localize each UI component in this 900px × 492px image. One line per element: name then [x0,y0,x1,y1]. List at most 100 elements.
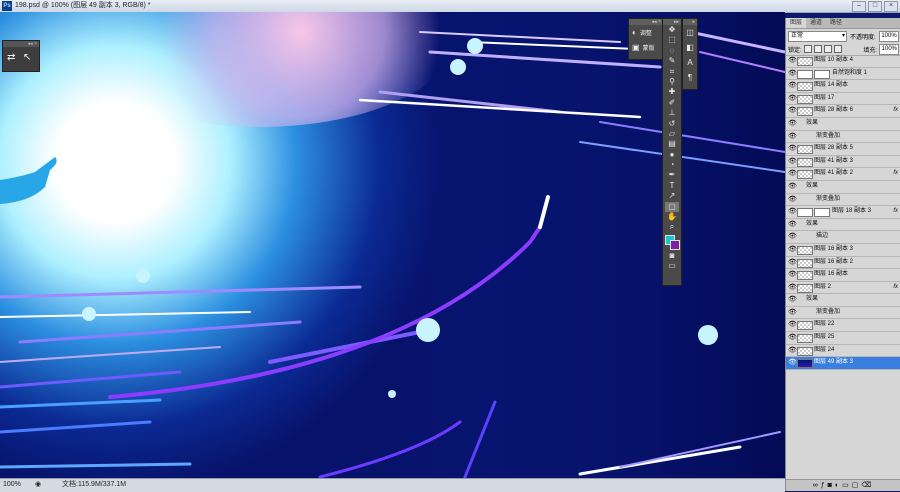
dodge-icon[interactable]: ◔ [665,160,679,170]
tool-preset-icon[interactable]: ⇄ [7,51,15,65]
layer-fx-badge[interactable]: fx [893,168,898,179]
layer-row[interactable]: 👁 图层 14 副本 [786,80,900,93]
quick-select-icon[interactable]: ✎ [665,56,679,66]
tab-channels[interactable]: 通道 [806,18,826,28]
visibility-eye-icon[interactable]: 👁 [788,168,797,179]
paragraph-panel-icon[interactable]: ¶ [683,70,697,85]
status-icon[interactable]: ◉ [35,479,41,491]
visibility-eye-icon[interactable]: 👁 [788,68,797,79]
visibility-eye-icon[interactable]: 👁 [788,118,797,129]
pointer-icon[interactable]: ↖ [23,51,31,65]
stamp-icon[interactable]: ⊥ [665,108,679,118]
new-group-icon[interactable]: ▭ [842,482,852,489]
tab-paths[interactable]: 路径 [826,18,846,28]
layer-row[interactable]: 👁 图层 16 副本 [786,269,900,282]
path-select-icon[interactable]: ↗ [665,191,679,201]
layer-effect-item[interactable]: 👁 渐变叠加 [786,307,900,320]
visibility-eye-icon[interactable]: 👁 [788,143,797,154]
screen-mode-icon[interactable]: ▭ [665,261,679,271]
background-color-swatch[interactable] [670,239,680,250]
layer-effect-item[interactable]: 👁 渐变叠加 [786,194,900,207]
lock-all-icon[interactable] [833,45,842,53]
visibility-eye-icon[interactable]: 👁 [788,244,797,255]
new-layer-icon[interactable]: ▢ [852,482,862,489]
layer-row[interactable]: 👁 自然饱和度 1 [786,68,900,81]
layer-row[interactable]: 👁 图层 25 [786,332,900,345]
layer-row[interactable]: 👁 图层 28 副本 6 fx [786,105,900,118]
zoom-icon[interactable]: ⌕ [665,222,679,232]
layer-row[interactable]: 👁 图层 16 副本 3 [786,244,900,257]
history-panel-icon[interactable]: ◫ [683,25,697,40]
visibility-eye-icon[interactable]: 👁 [788,345,797,356]
visibility-eye-icon[interactable]: 👁 [788,269,797,280]
pen-icon[interactable]: ✒ [665,170,679,180]
character-panel-icon[interactable]: A [683,55,697,70]
visibility-eye-icon[interactable]: 👁 [788,80,797,91]
color-swatches[interactable] [665,234,680,250]
layer-effects-row[interactable]: 👁 效果 [786,219,900,232]
visibility-eye-icon[interactable]: 👁 [788,357,797,368]
lock-paint-icon[interactable] [813,45,822,53]
link-layers-icon[interactable]: ∞ [813,482,821,489]
layer-row[interactable]: 👁 图层 41 副本 2 fx [786,168,900,181]
layer-row[interactable]: 👁 图层 24 [786,345,900,358]
visibility-eye-icon[interactable]: 👁 [788,282,797,293]
layer-row[interactable]: 👁 图层 41 副本 3 [786,156,900,169]
maximize-button[interactable]: □ [868,1,882,12]
visibility-eye-icon[interactable]: 👁 [788,294,797,305]
quick-mask-icon[interactable]: ◙ [665,251,679,261]
masks-button[interactable]: ▣ 蒙版 [629,40,663,55]
trash-icon[interactable]: ⌫ [861,482,874,489]
lasso-icon[interactable]: ◌ [665,46,679,56]
opacity-field[interactable]: 100% [878,30,899,42]
blur-icon[interactable]: ● [665,150,679,160]
layer-row[interactable]: 👁 图层 17 [786,93,900,106]
fx-icon[interactable]: ƒ [821,482,828,489]
brush-icon[interactable]: ✐ [665,98,679,108]
layer-mask-thumbnail[interactable] [814,208,830,218]
lock-position-icon[interactable] [823,45,832,53]
minimize-button[interactable]: – [852,1,866,12]
blend-mode-select[interactable]: 正常 [788,30,847,42]
layer-row[interactable]: 👁 图层 18 副本 3 fx [786,206,900,219]
visibility-eye-icon[interactable]: 👁 [788,194,797,205]
history-brush-icon[interactable]: ↺ [665,119,679,129]
eraser-icon[interactable]: ▱ [665,129,679,139]
close-button[interactable]: × [884,1,898,12]
visibility-eye-icon[interactable]: 👁 [788,319,797,330]
visibility-eye-icon[interactable]: 👁 [788,156,797,167]
visibility-eye-icon[interactable]: 👁 [788,55,797,66]
gradient-icon[interactable]: ▤ [665,139,679,149]
layer-fx-badge[interactable]: fx [893,105,898,116]
layer-effects-row[interactable]: 👁 效果 [786,181,900,194]
layer-row[interactable]: 👁 图层 16 副本 2 [786,257,900,270]
layer-mask-thumbnail[interactable] [814,69,830,79]
move-icon[interactable]: ✥ [665,25,679,35]
layer-row[interactable]: 👁 图层 28 副本 5 [786,143,900,156]
visibility-eye-icon[interactable]: 👁 [788,105,797,116]
layer-effect-item[interactable]: 👁 描边 [786,231,900,244]
visibility-eye-icon[interactable]: 👁 [788,181,797,192]
zoom-level[interactable]: 100% [3,479,21,491]
visibility-eye-icon[interactable]: 👁 [788,131,797,142]
healing-icon[interactable]: ✚ [665,87,679,97]
hand-icon[interactable]: ✋ [665,212,679,222]
layer-effect-item[interactable]: 👁 渐变叠加 [786,131,900,144]
adjustments-button[interactable]: ◐ 调整 [629,25,663,40]
layer-effects-row[interactable]: 👁 效果 [786,118,900,131]
type-icon[interactable]: T [665,181,679,191]
layer-row[interactable]: 👁 图层 22 [786,319,900,333]
visibility-eye-icon[interactable]: 👁 [788,206,797,217]
layer-row[interactable]: 👁 图层 10 副本 4 [786,55,900,68]
layer-row[interactable]: 👁 图层 2 fx [786,282,900,295]
shape-icon[interactable]: ▢ [665,201,679,213]
layer-fx-badge[interactable]: fx [893,206,898,217]
marquee-icon[interactable]: ⬚ [665,35,679,45]
layer-row[interactable]: 👁 图层 49 副本 3 [786,357,900,370]
visibility-eye-icon[interactable]: 👁 [788,231,797,242]
layer-fx-badge[interactable]: fx [893,282,898,293]
lock-transparent-icon[interactable] [803,45,812,53]
visibility-eye-icon[interactable]: 👁 [788,93,797,104]
navigator-panel-icon[interactable]: ◧ [683,40,697,55]
eyedropper-icon[interactable]: ⚲ [665,77,679,87]
